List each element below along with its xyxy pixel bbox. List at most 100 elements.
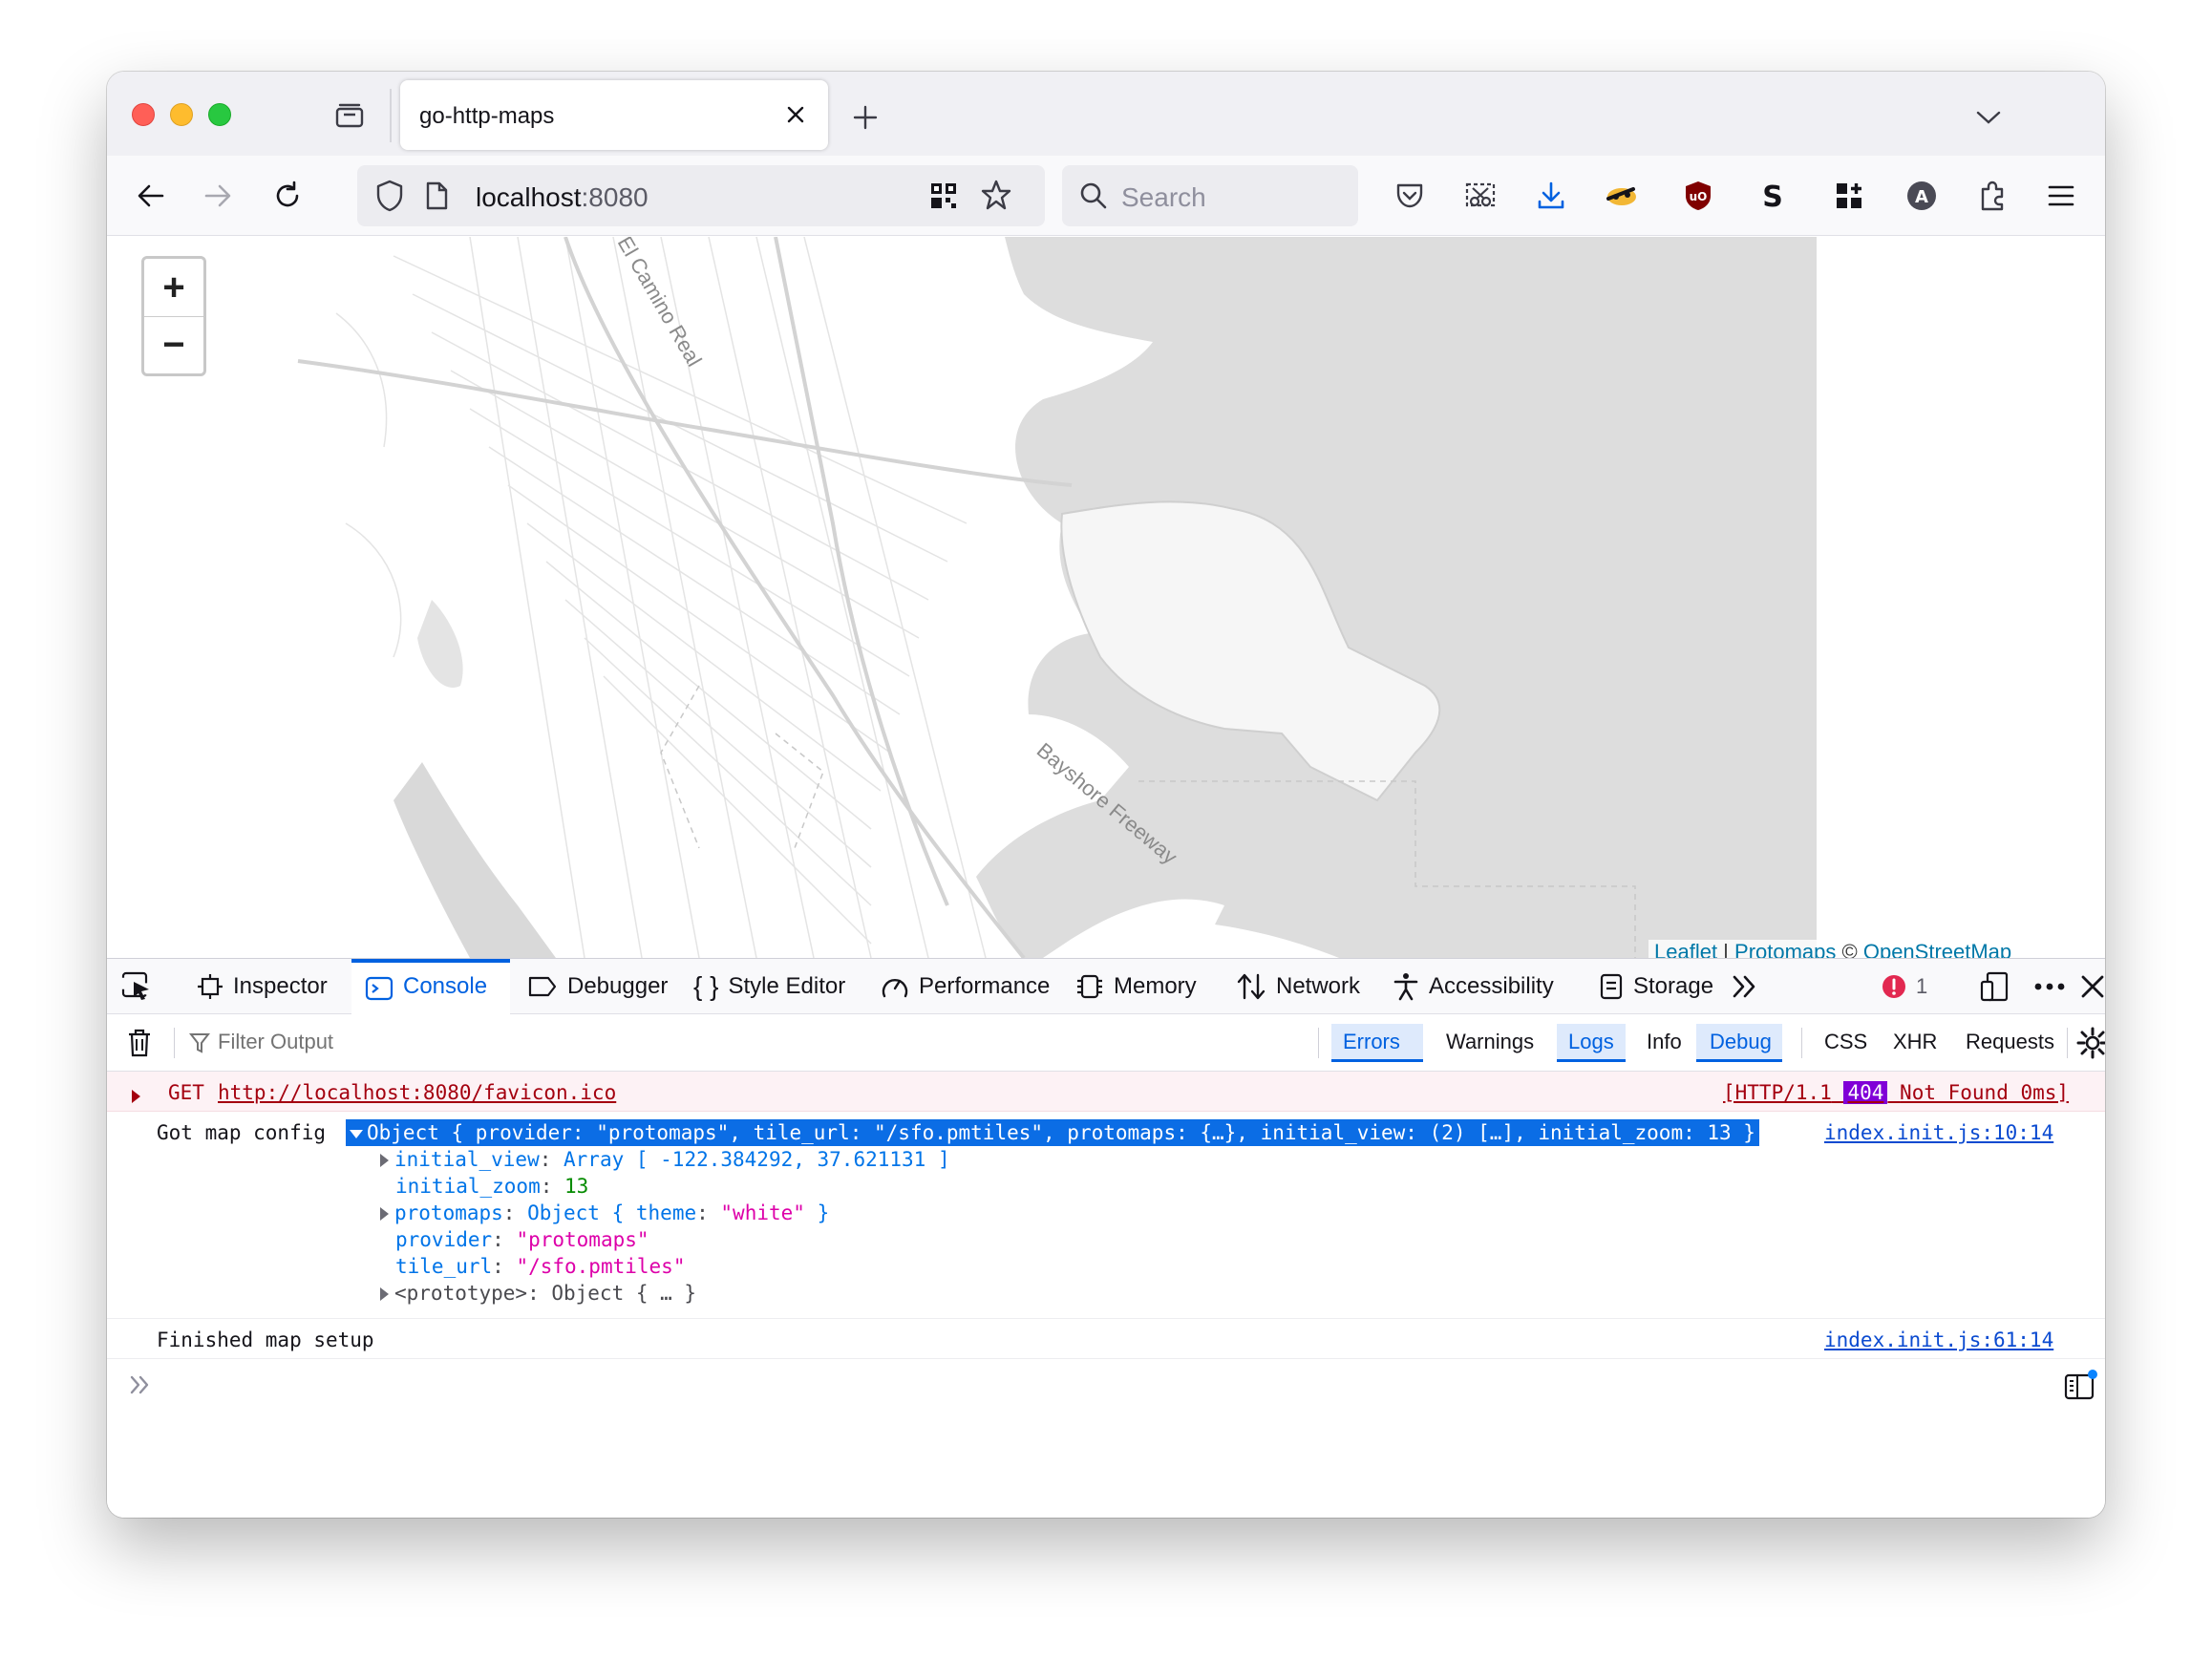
new-tab-icon[interactable] [846, 98, 884, 137]
qr-code-icon[interactable] [928, 181, 959, 216]
prop-protomaps[interactable]: protomaps: Object { theme: "white" } [380, 1201, 829, 1224]
zoom-out-button[interactable]: − [144, 316, 203, 373]
tab-accessibility[interactable]: Accessibility [1379, 959, 1582, 1014]
style-editor-icon: { } [693, 971, 719, 1001]
zoom-in-button[interactable]: + [144, 259, 203, 316]
log-prefix: Got map config [157, 1121, 327, 1144]
close-window-button[interactable] [132, 103, 155, 126]
console-icon [365, 976, 393, 1001]
status-code-badge: 404 [1843, 1081, 1888, 1104]
svg-text:A: A [1915, 187, 1928, 207]
prop-initial-view[interactable]: initial_view: Array [ -122.384292, 37.62… [380, 1148, 950, 1171]
prop-prototype[interactable]: <prototype>: Object { … } [380, 1282, 696, 1305]
filter-warnings[interactable]: Warnings [1446, 1030, 1534, 1054]
tab-storage[interactable]: Storage [1585, 959, 1727, 1014]
request-method: GET [168, 1081, 204, 1104]
screenshot-icon[interactable] [1456, 171, 1505, 221]
tampermonkey-extension-icon[interactable] [1597, 171, 1647, 221]
devtools-panel: Inspector Console Debugger { } Style Edi… [107, 958, 2105, 1518]
tab-inspector[interactable]: Inspector [183, 959, 351, 1014]
map-tiles[interactable]: El Camino Real Bayshore Freeway [107, 237, 1817, 958]
request-status[interactable]: [HTTP/1.1 404 Not Found 0ms] [1723, 1081, 2069, 1104]
console-settings-gear-icon[interactable] [2076, 1027, 2105, 1064]
chevron-down-icon[interactable] [1969, 98, 2008, 137]
editor-mode-toggle-icon[interactable] [2063, 1369, 2097, 1409]
s-extension-icon[interactable]: S [1748, 171, 1797, 221]
openstreetmap-link[interactable]: OpenStreetMap [1863, 940, 2011, 958]
apps-grid-icon[interactable] [1824, 171, 1874, 221]
storage-icon [1600, 973, 1623, 1000]
devtools-toolbar: Inspector Console Debugger { } Style Edi… [107, 959, 2105, 1014]
tab-memory[interactable]: Memory [1062, 959, 1219, 1014]
filter-debug[interactable]: Debug [1710, 1030, 1772, 1054]
tab-style-editor[interactable]: { } Style Editor [680, 959, 863, 1014]
zoom-window-button[interactable] [208, 103, 231, 126]
more-options-icon[interactable] [2032, 970, 2067, 1008]
inspector-icon [198, 974, 223, 999]
forward-arrow-icon[interactable] [193, 171, 243, 221]
hamburger-menu-icon[interactable] [2036, 171, 2086, 221]
prop-tile-url: tile_url: "/sfo.pmtiles" [395, 1255, 686, 1278]
tab-performance[interactable]: Performance [867, 959, 1058, 1014]
filter-errors[interactable]: Errors [1343, 1030, 1400, 1054]
log-text: Finished map setup [157, 1329, 374, 1351]
more-tabs-chevron-icon[interactable] [1731, 959, 1769, 1014]
console-filter-bar: Filter Output Errors Warnings Logs Info … [107, 1014, 2105, 1072]
performance-icon [882, 979, 908, 998]
tab-debugger[interactable]: Debugger [514, 959, 676, 1014]
console-log-message-2: Finished map setup index.init.js:61:14 [107, 1319, 2105, 1359]
pocket-icon[interactable] [1385, 171, 1435, 221]
search-icon [1079, 181, 1108, 215]
filter-funnel-icon [188, 1031, 211, 1059]
leaflet-link[interactable]: Leaflet [1654, 940, 1717, 958]
filter-info[interactable]: Info [1647, 1030, 1682, 1054]
map-container[interactable]: El Camino Real Bayshore Freeway + − Leaf… [107, 237, 2105, 958]
object-summary[interactable]: Object { provider: "protomaps", tile_url… [346, 1119, 1759, 1146]
prop-initial-zoom: initial_zoom: 13 [395, 1175, 589, 1198]
url-text: localhost:8080 [476, 182, 649, 212]
trash-icon[interactable] [126, 1028, 153, 1063]
back-arrow-icon[interactable] [126, 171, 176, 221]
tab-active[interactable]: go-http-maps [400, 80, 828, 150]
tab-strip: go-http-maps [107, 72, 2105, 156]
minimize-window-button[interactable] [170, 103, 193, 126]
console-input-row[interactable] [107, 1359, 2105, 1416]
tab-console[interactable]: Console [351, 959, 510, 1014]
filter-requests[interactable]: Requests [1966, 1030, 2054, 1054]
zoom-control: + − [141, 256, 206, 376]
bookmark-star-icon[interactable] [980, 179, 1012, 216]
tab-list-icon[interactable] [329, 95, 371, 137]
extensions-puzzle-icon[interactable] [1967, 171, 2017, 221]
request-url[interactable]: http://localhost:8080/favicon.ico [218, 1081, 616, 1104]
reload-icon[interactable] [263, 171, 312, 221]
map-attribution: Leaflet | Protomaps © OpenStreetMap [1648, 940, 2018, 958]
console-error-message[interactable]: GET http://localhost:8080/favicon.ico [H… [107, 1072, 2105, 1112]
prop-provider: provider: "protomaps" [395, 1228, 649, 1251]
network-icon [1237, 973, 1266, 1000]
account-avatar-icon[interactable]: A [1897, 171, 1946, 221]
protomaps-link[interactable]: Protomaps [1734, 940, 1836, 958]
element-picker-icon[interactable] [120, 959, 164, 1014]
ublock-origin-icon[interactable]: uO [1673, 171, 1723, 221]
tab-network[interactable]: Network [1223, 959, 1375, 1014]
close-devtools-icon[interactable] [2078, 972, 2105, 1006]
responsive-design-icon[interactable] [1979, 970, 2010, 1008]
filter-css[interactable]: CSS [1824, 1030, 1867, 1054]
downloads-icon[interactable] [1526, 171, 1576, 221]
tab-separator [390, 89, 392, 142]
filter-xhr[interactable]: XHR [1893, 1030, 1937, 1054]
filter-output-input[interactable]: Filter Output [218, 1030, 333, 1054]
search-input[interactable]: Search [1121, 182, 1206, 213]
log-source-link-2[interactable]: index.init.js:61:14 [1824, 1329, 2053, 1351]
search-bar[interactable]: Search [1062, 165, 1358, 226]
console-log-message: Got map config Object { provider: "proto… [107, 1112, 2105, 1319]
close-tab-icon[interactable] [778, 97, 813, 132]
error-icon [1882, 975, 1905, 998]
shield-icon[interactable] [374, 179, 405, 218]
log-source-link[interactable]: index.init.js:10:14 [1824, 1121, 2053, 1144]
error-count-badge[interactable]: 1 [1882, 974, 1927, 999]
url-bar[interactable]: localhost:8080 [357, 165, 1045, 226]
filter-logs[interactable]: Logs [1568, 1030, 1614, 1054]
accessibility-icon [1393, 973, 1418, 1001]
debugger-icon [528, 976, 557, 997]
